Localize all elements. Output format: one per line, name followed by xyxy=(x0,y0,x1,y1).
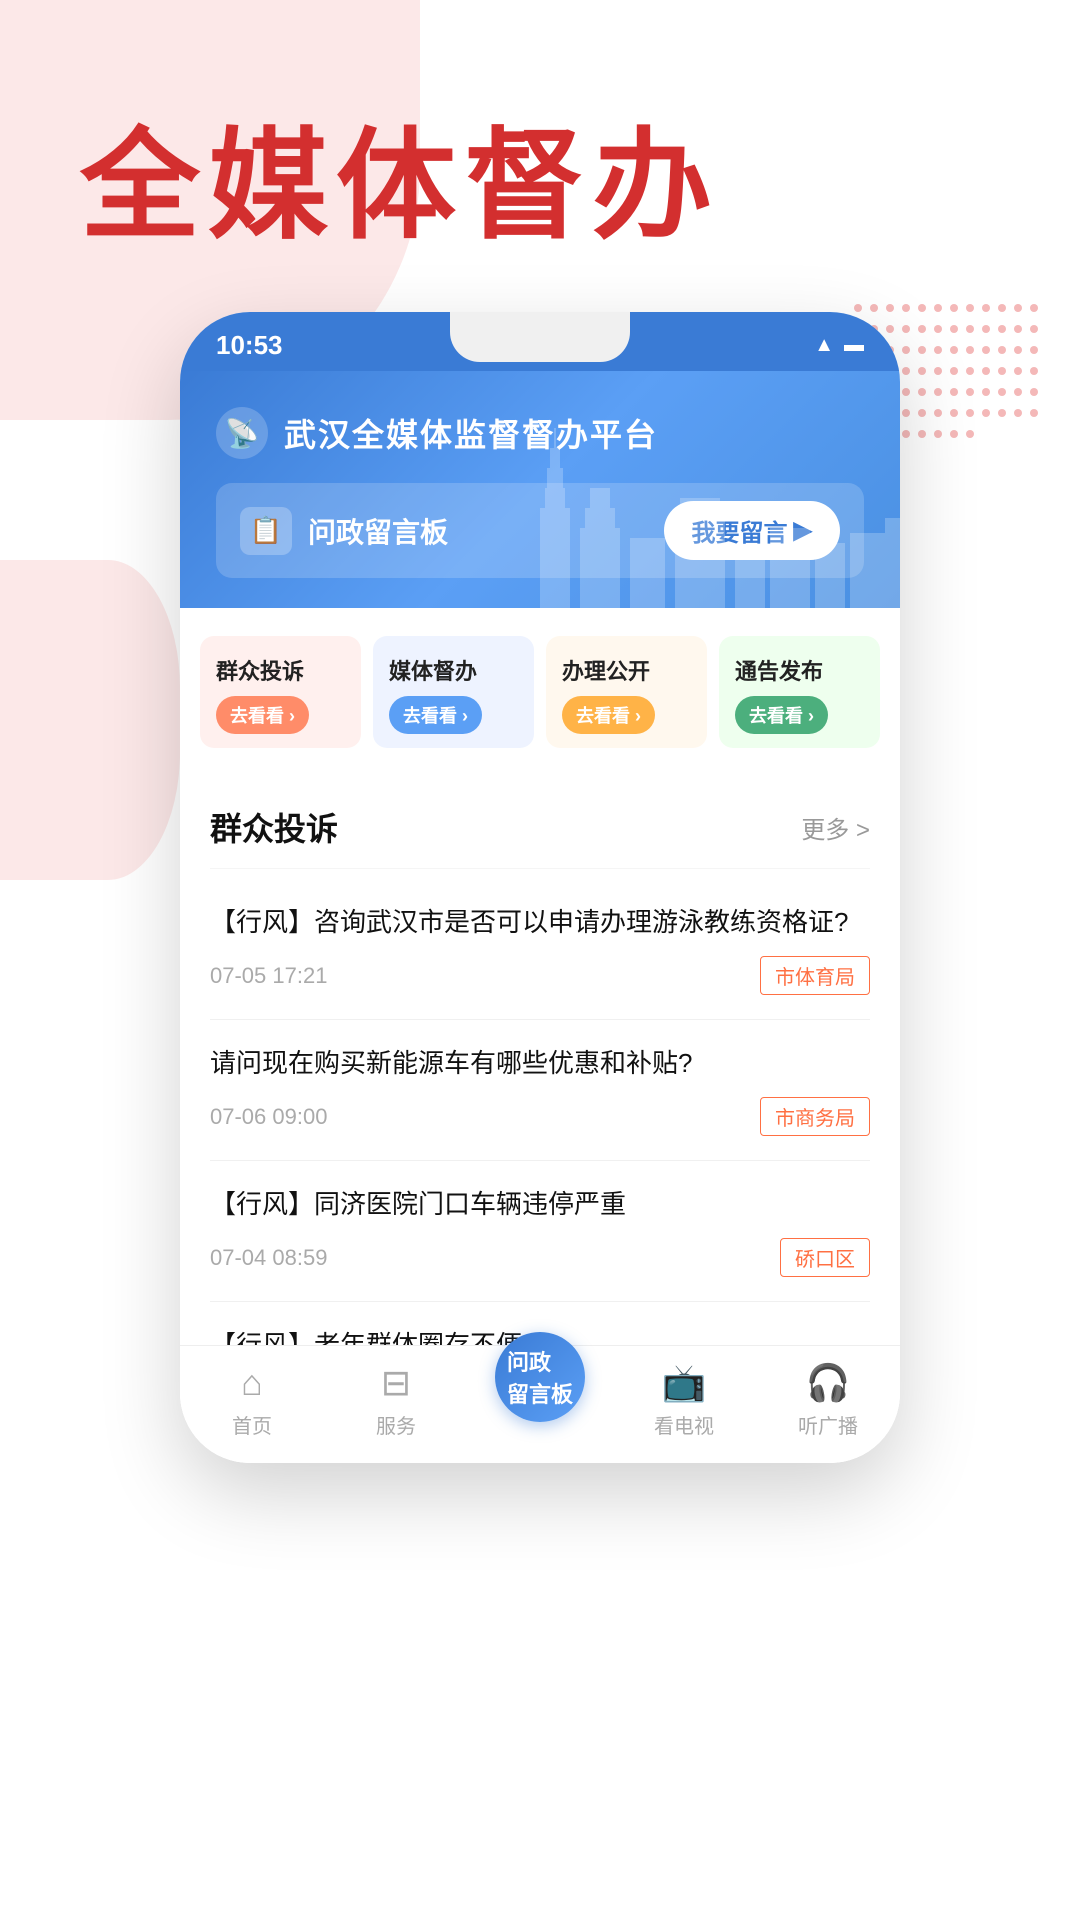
nav-item-service[interactable]: ⊟ 服务 xyxy=(324,1362,468,1439)
news-date-3: 07-04 08:59 xyxy=(210,1245,327,1271)
cat-btn-notice[interactable]: 去看看 › xyxy=(735,696,828,734)
status-icons: ▲ ▬ xyxy=(814,334,864,357)
news-date-1: 07-05 17:21 xyxy=(210,963,327,989)
cat-item-complaints[interactable]: 群众投诉 去看看 › xyxy=(200,636,361,748)
cat-btn-media[interactable]: 去看看 › xyxy=(389,696,482,734)
news-item-1[interactable]: 【行风】咨询武汉市是否可以申请办理游泳教练资格证? 07-05 17:21 市体… xyxy=(210,879,870,1020)
nav-item-message[interactable]: 问政留言板 xyxy=(468,1362,612,1439)
news-tag-2: 市商务局 xyxy=(760,1097,870,1136)
section-more-link[interactable]: 更多 > xyxy=(801,810,870,845)
wifi-icon: ▲ xyxy=(814,334,834,357)
hero-title: 全媒体督办 xyxy=(0,0,1080,252)
news-meta-3: 07-04 08:59 硚口区 xyxy=(210,1238,870,1277)
nav-label-tv: 看电视 xyxy=(654,1410,714,1439)
news-date-2: 07-06 09:00 xyxy=(210,1104,327,1130)
status-time: 10:53 xyxy=(216,330,283,361)
news-meta-1: 07-05 17:21 市体育局 xyxy=(210,956,870,995)
tv-icon: 📺 xyxy=(662,1362,707,1404)
section-header: 群众投诉 更多 > xyxy=(210,776,870,869)
nav-item-radio[interactable]: 🎧 听广播 xyxy=(756,1362,900,1439)
phone-frame: 10:53 ▲ ▬ xyxy=(180,312,900,1463)
cat-label-public: 办理公开 xyxy=(562,654,691,686)
msg-bar-left: 📋 问政留言板 xyxy=(240,507,448,555)
nav-item-home[interactable]: ⌂ 首页 xyxy=(180,1362,324,1439)
news-tag-1: 市体育局 xyxy=(760,956,870,995)
news-item-3[interactable]: 【行风】同济医院门口车辆违停严重 07-04 08:59 硚口区 xyxy=(210,1161,870,1302)
news-title-2: 请问现在购买新能源车有哪些优惠和补贴? xyxy=(210,1044,870,1083)
home-icon: ⌂ xyxy=(241,1362,263,1404)
section-title: 群众投诉 xyxy=(210,804,338,850)
cat-btn-complaints[interactable]: 去看看 › xyxy=(216,696,309,734)
battery-icon: ▬ xyxy=(844,334,864,357)
bottom-navigation: ⌂ 首页 ⊟ 服务 问政留言板 📺 看电视 🎧 听广播 xyxy=(180,1345,900,1463)
cat-item-notice[interactable]: 通告发布 去看看 › xyxy=(719,636,880,748)
nav-label-home: 首页 xyxy=(232,1410,272,1439)
news-meta-2: 07-06 09:00 市商务局 xyxy=(210,1097,870,1136)
cat-item-public[interactable]: 办理公开 去看看 › xyxy=(546,636,707,748)
news-title-1: 【行风】咨询武汉市是否可以申请办理游泳教练资格证? xyxy=(210,903,870,942)
news-title-3: 【行风】同济医院门口车辆违停严重 xyxy=(210,1185,870,1224)
news-item-2[interactable]: 请问现在购买新能源车有哪些优惠和补贴? 07-06 09:00 市商务局 xyxy=(210,1020,870,1161)
cat-btn-public[interactable]: 去看看 › xyxy=(562,696,655,734)
cat-label-media: 媒体督办 xyxy=(389,654,518,686)
skyline-decoration xyxy=(530,428,900,608)
category-grid: 群众投诉 去看看 › 媒体督办 去看看 › 办理公开 去看看 › 通告发布 去看… xyxy=(180,608,900,776)
nav-label-radio: 听广播 xyxy=(798,1410,858,1439)
news-tag-3: 硚口区 xyxy=(780,1238,870,1277)
brand-logo: 📡 xyxy=(216,407,268,459)
nav-item-tv[interactable]: 📺 看电视 xyxy=(612,1362,756,1439)
nav-label-service: 服务 xyxy=(376,1410,416,1439)
cat-label-notice: 通告发布 xyxy=(735,654,864,686)
hero-banner: 📡 武汉全媒体监督督办平台 📋 问政留言板 我要留言 ▶ xyxy=(180,371,900,608)
msg-board-icon: 📋 xyxy=(240,507,292,555)
radio-icon: 🎧 xyxy=(806,1362,851,1404)
phone-mockup: 10:53 ▲ ▬ xyxy=(0,312,1080,1463)
cat-item-media[interactable]: 媒体督办 去看看 › xyxy=(373,636,534,748)
message-center-icon: 问政留言板 xyxy=(495,1332,585,1422)
cat-label-complaints: 群众投诉 xyxy=(216,654,345,686)
brand-logo-icon: 📡 xyxy=(225,417,260,450)
phone-notch xyxy=(450,312,630,362)
msg-board-label: 问政留言板 xyxy=(308,511,448,551)
service-icon: ⊟ xyxy=(381,1362,411,1404)
